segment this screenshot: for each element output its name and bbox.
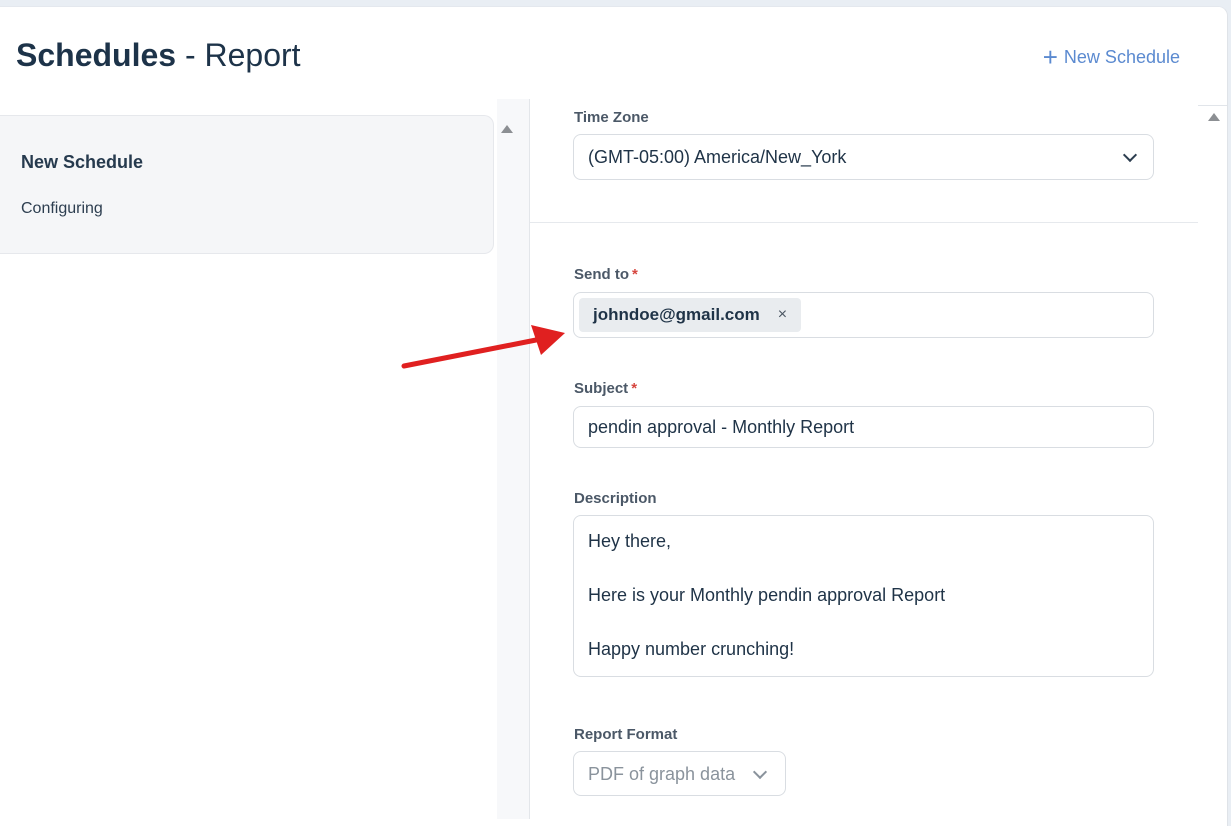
title-separator: - xyxy=(184,37,196,73)
description-line xyxy=(588,555,1139,582)
description-line: Here is your Monthly pendin approval Rep… xyxy=(588,585,946,605)
timezone-select[interactable]: (GMT-05:00) America/New_York xyxy=(573,134,1154,180)
main-scroll-up-icon[interactable] xyxy=(1208,113,1220,121)
report-format-select[interactable]: PDF of graph data xyxy=(573,751,786,796)
subject-value: pendin approval - Monthly Report xyxy=(588,417,855,437)
page-title: Schedules - Report xyxy=(16,35,301,75)
title-report: Report xyxy=(204,37,301,73)
schedule-item-title: New Schedule xyxy=(21,152,144,172)
description-textarea[interactable]: Hey there, Here is your Monthly pendin a… xyxy=(573,515,1154,677)
report-format-value: PDF of graph data xyxy=(588,764,736,784)
required-mark: * xyxy=(632,266,638,283)
sidebar-scroll-up-icon[interactable] xyxy=(501,125,513,133)
chevron-down-icon xyxy=(1122,147,1138,163)
remove-recipient-icon[interactable]: × xyxy=(778,306,787,324)
description-label: Description xyxy=(574,490,657,507)
required-mark: * xyxy=(631,380,638,397)
section-divider xyxy=(530,222,1198,223)
chevron-down-icon xyxy=(752,764,768,780)
description-line: Hey there, xyxy=(588,531,672,551)
recipient-chip: johndoe@gmail.com × xyxy=(579,298,802,332)
subject-label: Subject * xyxy=(574,380,637,397)
send-to-input[interactable]: johndoe@gmail.com × xyxy=(573,292,1154,338)
send-to-label: Send to * xyxy=(574,266,638,283)
description-line xyxy=(588,609,1139,636)
title-schedules: Schedules xyxy=(16,37,177,73)
report-format-label: Report Format xyxy=(574,726,678,743)
subject-label-text: Subject xyxy=(574,380,629,397)
sidebar-scrollbar-track[interactable] xyxy=(497,99,529,819)
timezone-label: Time Zone xyxy=(574,109,649,126)
subject-input[interactable]: pendin approval - Monthly Report xyxy=(573,406,1154,448)
timezone-value: (GMT-05:00) America/New_York xyxy=(588,147,847,167)
schedule-item-status: Configuring xyxy=(21,200,103,217)
schedule-form: Time Zone (GMT-05:00) America/New_York S… xyxy=(530,99,1198,819)
recipient-email: johndoe@gmail.com xyxy=(593,305,760,324)
page-header: Schedules - Report + New Schedule xyxy=(0,7,1227,106)
schedule-sidebar: New Schedule Configuring xyxy=(0,99,515,819)
send-to-label-text: Send to xyxy=(574,266,629,283)
new-schedule-label: New Schedule xyxy=(1063,46,1180,67)
description-line: Happy number crunching! xyxy=(588,639,795,659)
plus-icon: + xyxy=(1042,42,1058,72)
new-schedule-button[interactable]: + New Schedule xyxy=(1043,43,1180,71)
schedule-list-item[interactable]: New Schedule Configuring xyxy=(0,115,494,254)
